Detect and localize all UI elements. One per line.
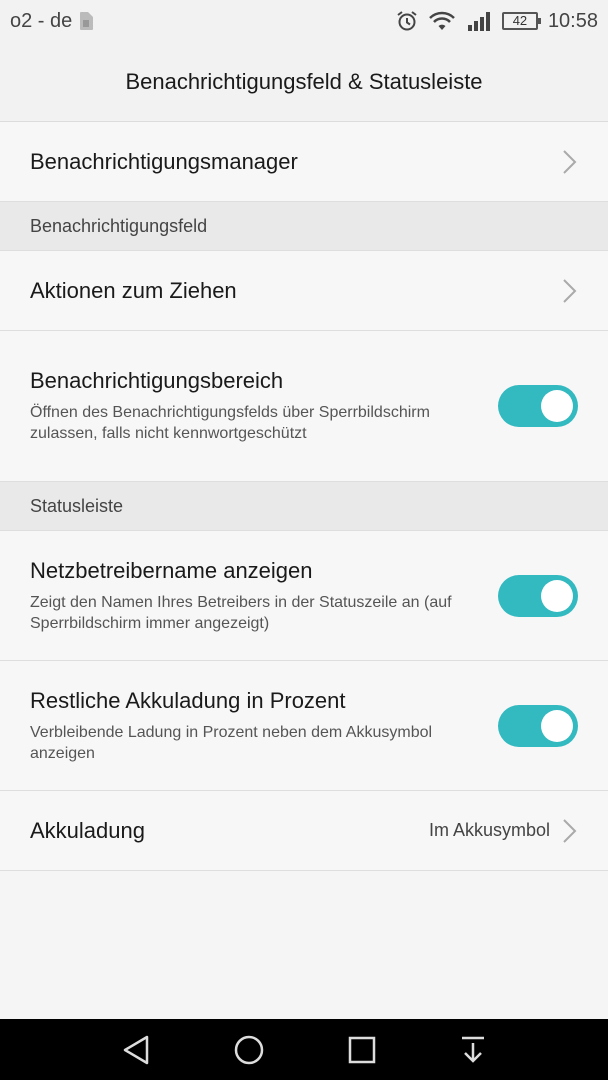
drag-actions-label: Aktionen zum Ziehen bbox=[30, 277, 237, 303]
drag-actions-item[interactable]: Aktionen zum Ziehen bbox=[0, 251, 608, 331]
battery-display-value: Im Akkusymbol bbox=[428, 820, 550, 840]
toggle-knob bbox=[541, 709, 573, 742]
wifi-icon bbox=[428, 10, 456, 32]
section-header-statusbar: Statusleiste bbox=[0, 482, 608, 531]
back-icon[interactable] bbox=[121, 1034, 151, 1066]
navigation-bar bbox=[0, 1019, 608, 1080]
battery-display-item[interactable]: Akkuladung Im Akkusymbol bbox=[0, 791, 608, 871]
carrier-name-description: Zeigt den Namen Ihres Betreibers in der … bbox=[30, 593, 452, 632]
battery-percent-label: Restliche Akkuladung in Prozent bbox=[30, 687, 346, 713]
notification-area-toggle[interactable] bbox=[498, 385, 578, 427]
carrier-name-label: Netzbetreibername anzeigen bbox=[30, 557, 313, 583]
notification-area-label: Benachrichtigungsbereich bbox=[30, 368, 284, 393]
notification-pulldown-icon[interactable] bbox=[459, 1035, 487, 1065]
battery-icon: 42 bbox=[501, 12, 541, 30]
battery-percent-toggle[interactable] bbox=[498, 704, 578, 747]
notification-area-item: Benachrichtigungsbereich Öffnen des Bena… bbox=[0, 331, 608, 482]
chevron-right-icon bbox=[563, 278, 577, 303]
battery-percent-item: Restliche Akkuladung in Prozent Verbleib… bbox=[0, 661, 608, 791]
recents-icon[interactable] bbox=[347, 1035, 377, 1065]
sim-icon bbox=[78, 11, 94, 31]
notification-area-description: Öffnen des Benachrichtigungsfelds über S… bbox=[30, 404, 430, 442]
settings-list: Benachrichtigungsmanager Benachrichtigun… bbox=[0, 122, 608, 871]
signal-icon bbox=[466, 10, 492, 32]
chevron-right-icon bbox=[563, 818, 577, 843]
battery-percent-description: Verbleibende Ladung in Prozent neben dem… bbox=[30, 723, 433, 762]
carrier-name-item: Netzbetreibername anzeigen Zeigt den Nam… bbox=[0, 531, 608, 661]
chevron-right-icon bbox=[563, 149, 577, 174]
page-header: Benachrichtigungsfeld & Statusleiste bbox=[0, 42, 608, 122]
status-bar: o2 - de 42 10:58 bbox=[0, 0, 608, 42]
notification-manager-label: Benachrichtigungsmanager bbox=[30, 148, 298, 174]
carrier-name-toggle[interactable] bbox=[498, 574, 578, 617]
home-icon[interactable] bbox=[233, 1034, 265, 1066]
alarm-icon bbox=[396, 10, 418, 32]
carrier-name: o2 - de bbox=[10, 9, 73, 32]
toggle-knob bbox=[541, 390, 573, 422]
notification-manager-item[interactable]: Benachrichtigungsmanager bbox=[0, 122, 608, 202]
page-title: Benachrichtigungsfeld & Statusleiste bbox=[125, 68, 483, 94]
toggle-knob bbox=[541, 579, 573, 612]
section-header-notification-panel: Benachrichtigungsfeld bbox=[0, 202, 608, 251]
battery-display-label: Akkuladung bbox=[30, 817, 145, 843]
clock: 10:58 bbox=[547, 9, 598, 32]
